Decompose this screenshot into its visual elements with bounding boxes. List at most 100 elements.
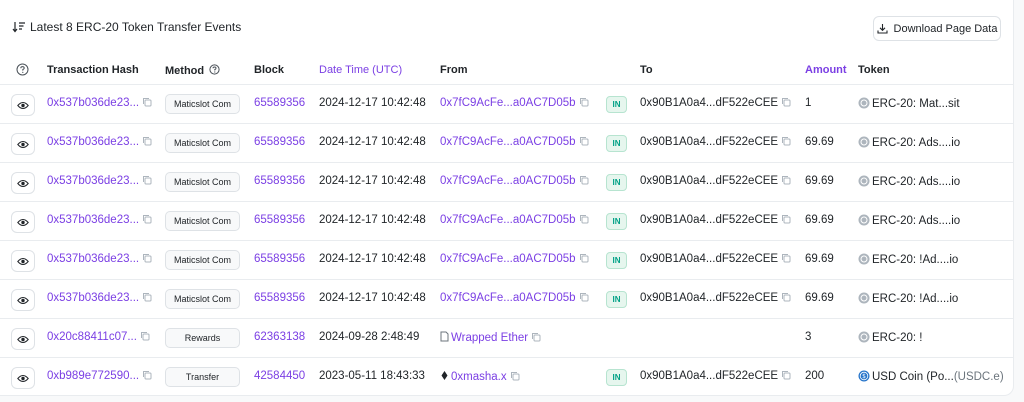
- sort-desc-icon: [12, 22, 25, 33]
- copy-icon[interactable]: [510, 371, 520, 381]
- view-details-button[interactable]: [11, 250, 35, 272]
- card-title-text: Latest 8 ERC-20 Token Transfer Events: [30, 20, 242, 34]
- tx-hash-link[interactable]: 0xb989e772590...: [47, 370, 139, 382]
- to-address[interactable]: 0x90B1A0a4...dF522eCEE: [640, 292, 778, 304]
- table-row: 0xb989e772590... Transfer 42584450 2023-05-…: [0, 358, 1014, 397]
- block-link[interactable]: 65589356: [254, 136, 305, 148]
- col-datetime[interactable]: Date Time (UTC): [319, 64, 402, 76]
- amount-cell: 69.69: [805, 214, 834, 226]
- from-address-link[interactable]: 0x7fC9AcFe...a0AC7D05b: [440, 97, 576, 109]
- view-details-button[interactable]: [11, 133, 35, 155]
- token-link[interactable]: ERC-20: !Ad....io: [872, 254, 958, 266]
- copy-icon[interactable]: [579, 253, 589, 263]
- token-link[interactable]: ERC-20: Ads....io: [872, 215, 960, 227]
- copy-icon[interactable]: [781, 253, 791, 263]
- to-address[interactable]: 0x90B1A0a4...dF522eCEE: [640, 214, 778, 226]
- copy-icon[interactable]: [142, 97, 152, 107]
- token-cell: ERC-20: Ads....io: [858, 136, 960, 149]
- copy-icon[interactable]: [781, 370, 791, 380]
- table-header: Transaction Hash Method Block Date Time …: [0, 57, 1014, 85]
- block-link[interactable]: 65589356: [254, 292, 305, 304]
- view-details-button[interactable]: [11, 172, 35, 194]
- copy-icon[interactable]: [142, 253, 152, 263]
- from-address-link[interactable]: 0x7fC9AcFe...a0AC7D05b: [440, 175, 576, 187]
- copy-icon[interactable]: [781, 214, 791, 224]
- to-address[interactable]: 0x90B1A0a4...dF522eCEE: [640, 370, 778, 382]
- copy-icon[interactable]: [142, 175, 152, 185]
- token-link[interactable]: ERC-20: !Ad....io: [872, 293, 958, 305]
- from-cell: 0x7fC9AcFe...a0AC7D05b: [440, 136, 589, 148]
- block-link[interactable]: 65589356: [254, 97, 305, 109]
- token-link[interactable]: ERC-20: Mat...sit: [872, 98, 960, 110]
- copy-icon[interactable]: [140, 331, 150, 341]
- help-icon[interactable]: [16, 63, 29, 76]
- copy-icon[interactable]: [579, 214, 589, 224]
- tx-hash-link[interactable]: 0x537b036de23...: [47, 175, 139, 187]
- to-address[interactable]: 0x90B1A0a4...dF522eCEE: [640, 97, 778, 109]
- svg-text:$: $: [862, 373, 866, 380]
- download-page-data-button[interactable]: Download Page Data: [873, 16, 1001, 41]
- copy-icon[interactable]: [142, 370, 152, 380]
- copy-icon[interactable]: [579, 97, 589, 107]
- block-link[interactable]: 42584450: [254, 370, 305, 382]
- to-address[interactable]: 0x90B1A0a4...dF522eCEE: [640, 175, 778, 187]
- table-row: 0x537b036de23... Maticslot Com 65589356 202…: [0, 241, 1014, 280]
- card-header: Latest 8 ERC-20 Token Transfer Events Do…: [0, 0, 1014, 56]
- block-link[interactable]: 65589356: [254, 214, 305, 226]
- block-link[interactable]: 62363138: [254, 331, 305, 343]
- view-details-button[interactable]: [11, 94, 35, 116]
- to-cell: 0x90B1A0a4...dF522eCEE: [640, 253, 791, 265]
- view-details-button[interactable]: [11, 328, 35, 350]
- direction-badge: IN: [606, 291, 627, 308]
- copy-icon[interactable]: [531, 332, 541, 342]
- to-address[interactable]: 0x90B1A0a4...dF522eCEE: [640, 253, 778, 265]
- to-address[interactable]: 0x90B1A0a4...dF522eCEE: [640, 136, 778, 148]
- datetime-cell: 2024-12-17 10:42:48: [319, 175, 426, 187]
- token-link[interactable]: ERC-20: Ads....io: [872, 137, 960, 149]
- view-details-button[interactable]: [11, 211, 35, 233]
- from-address-link[interactable]: 0x7fC9AcFe...a0AC7D05b: [440, 292, 576, 304]
- copy-icon[interactable]: [781, 97, 791, 107]
- copy-icon[interactable]: [579, 292, 589, 302]
- copy-icon[interactable]: [142, 292, 152, 302]
- col-amount: Amount: [805, 64, 847, 76]
- from-address-link[interactable]: 0x7fC9AcFe...a0AC7D05b: [440, 253, 576, 265]
- table-row: 0x537b036de23... Maticslot Com 65589356 202…: [0, 163, 1014, 202]
- token-cell: ERC-20: !Ad....io: [858, 253, 958, 266]
- from-contract-link[interactable]: Wrapped Ether: [451, 332, 528, 344]
- from-address-link[interactable]: 0x7fC9AcFe...a0AC7D05b: [440, 136, 576, 148]
- copy-icon[interactable]: [142, 214, 152, 224]
- copy-icon[interactable]: [781, 175, 791, 185]
- direction-badge: IN: [606, 213, 627, 230]
- amount-cell: 1: [805, 97, 812, 109]
- tx-hash-link[interactable]: 0x537b036de23...: [47, 292, 139, 304]
- datetime-cell: 2024-12-17 10:42:48: [319, 292, 426, 304]
- token-link[interactable]: USD Coin (Po...: [872, 371, 954, 383]
- token-link[interactable]: ERC-20: !: [872, 332, 923, 344]
- copy-icon[interactable]: [142, 136, 152, 146]
- datetime-cell: 2023-05-11 18:43:33: [319, 370, 425, 382]
- block-link[interactable]: 65589356: [254, 253, 305, 265]
- tx-hash-link[interactable]: 0x20c88411c07...: [47, 331, 137, 343]
- token-cell: ERC-20: !: [858, 331, 923, 344]
- block-link[interactable]: 65589356: [254, 175, 305, 187]
- from-address-link[interactable]: 0x7fC9AcFe...a0AC7D05b: [440, 214, 576, 226]
- info-icon[interactable]: [209, 64, 220, 75]
- token-generic-icon: [858, 136, 870, 148]
- tx-hash-link[interactable]: 0x537b036de23...: [47, 136, 139, 148]
- from-ens-link[interactable]: 0xmasha.x: [451, 371, 507, 383]
- tx-hash-link[interactable]: 0x537b036de23...: [47, 97, 139, 109]
- copy-icon[interactable]: [579, 175, 589, 185]
- card-title: Latest 8 ERC-20 Token Transfer Events: [12, 20, 241, 34]
- view-details-button[interactable]: [11, 367, 35, 389]
- col-to: To: [640, 64, 653, 76]
- copy-icon[interactable]: [781, 136, 791, 146]
- direction-badge: IN: [606, 96, 627, 113]
- token-cell: ERC-20: !Ad....io: [858, 292, 958, 305]
- tx-hash-link[interactable]: 0x537b036de23...: [47, 253, 139, 265]
- token-link[interactable]: ERC-20: Ads....io: [872, 176, 960, 188]
- copy-icon[interactable]: [579, 136, 589, 146]
- tx-hash-link[interactable]: 0x537b036de23...: [47, 214, 139, 226]
- copy-icon[interactable]: [781, 292, 791, 302]
- view-details-button[interactable]: [11, 289, 35, 311]
